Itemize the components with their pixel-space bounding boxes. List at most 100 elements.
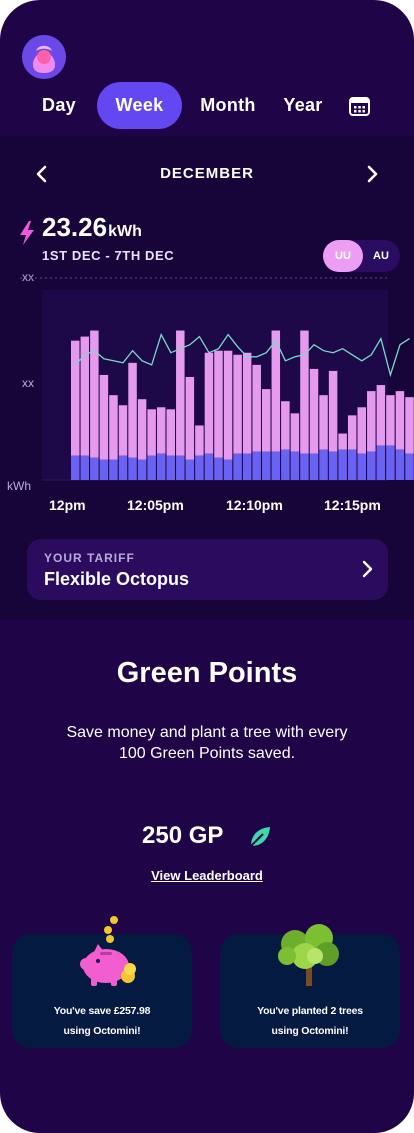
- date-range: 1ST DEC - 7TH DEC: [42, 248, 175, 263]
- view-leaderboard-link[interactable]: View Leaderboard: [0, 868, 414, 883]
- bar-segment-base: [405, 453, 414, 480]
- app-screen: Day Week Month Year DECEMBER 23.26kWh 1S…: [0, 0, 414, 1133]
- bar-segment-base: [204, 453, 214, 480]
- bar-segment-base: [214, 457, 223, 480]
- bar-segment-top: [338, 433, 347, 450]
- bar-segment-base: [185, 459, 195, 480]
- bar-segment-top: [128, 362, 137, 458]
- bar-segment-top: [156, 407, 166, 454]
- tab-year[interactable]: Year: [276, 82, 330, 129]
- bar-segment-top: [252, 364, 261, 452]
- bar-segment-base: [71, 455, 80, 480]
- savings-line1: You've save £257.98: [53, 1005, 151, 1017]
- bar-segment-top: [357, 407, 366, 454]
- bar-segment-base: [166, 455, 175, 480]
- avatar-icon[interactable]: [22, 35, 66, 79]
- x-tick-label: 12:05pm: [127, 497, 184, 513]
- bar-segment-base: [99, 459, 109, 480]
- bar-segment-base: [147, 455, 156, 480]
- savings-card: You've save £257.98 using Octomini!: [12, 916, 192, 1048]
- bar-segment-base: [90, 457, 99, 480]
- bar-segment-base: [176, 455, 185, 480]
- usage-total-value: 23.26: [42, 212, 108, 242]
- bar-segment-top: [347, 415, 357, 450]
- tariff-caption: YOUR TARIFF: [44, 551, 135, 565]
- trees-card: You've planted 2 trees using Octomini!: [220, 924, 400, 1048]
- bar-segment-base: [262, 451, 271, 480]
- bar-segment-base: [137, 459, 147, 480]
- bar-segment-top: [262, 389, 271, 452]
- bar-segment-top: [271, 330, 281, 452]
- savings-text: You've save £257.98 using Octomini!: [12, 1001, 192, 1041]
- bar-segment-top: [90, 330, 99, 458]
- bar-segment-top: [367, 391, 376, 452]
- bar-segment-top: [290, 413, 300, 452]
- trees-line2: using Octomini!: [271, 1025, 349, 1037]
- bar-segment-top: [395, 391, 405, 450]
- bar-segment-base: [376, 445, 386, 480]
- bar-segment-base: [338, 449, 347, 480]
- bar-segment-top: [405, 397, 414, 454]
- bar-segment-top: [166, 409, 175, 456]
- tab-month[interactable]: Month: [194, 82, 262, 129]
- month-navigator: DECEMBER: [0, 160, 414, 188]
- toggle-option-au[interactable]: AU: [361, 240, 401, 272]
- bar-segment-top: [195, 425, 204, 456]
- bar-segment-base: [109, 459, 118, 480]
- tab-week[interactable]: Week: [97, 82, 182, 129]
- bar-segment-top: [242, 352, 252, 454]
- bar-segment-top: [109, 395, 118, 460]
- savings-line2: using Octomini!: [63, 1025, 141, 1037]
- toggle-option-uu[interactable]: UU: [323, 240, 363, 272]
- bar-segment-base: [242, 453, 252, 480]
- green-points-description: Save money and plant a tree with every 1…: [66, 724, 348, 762]
- bar-segment-top: [328, 370, 338, 452]
- bar-segment-base: [156, 453, 166, 480]
- bar-segment-top: [386, 395, 395, 446]
- trees-text: You've planted 2 trees using Octomini!: [220, 1001, 400, 1041]
- bar-segment-top: [233, 354, 242, 454]
- bar-segment-base: [357, 453, 366, 480]
- tab-day[interactable]: Day: [28, 82, 90, 129]
- bar-segment-base: [233, 453, 242, 480]
- bar-segment-top: [309, 368, 319, 454]
- bar-segment-top: [99, 374, 109, 460]
- usage-total-unit: kWh: [108, 223, 142, 240]
- bar-segment-top: [300, 330, 309, 454]
- x-tick-label: 12pm: [49, 497, 86, 513]
- bar-segment-base: [395, 449, 405, 480]
- green-points-title: Green Points: [116, 657, 298, 689]
- bar-segment-base: [271, 451, 281, 480]
- bar-segment-top: [118, 405, 128, 456]
- bar-segment-base: [80, 455, 90, 480]
- bar-segment-top: [223, 350, 233, 460]
- tariff-card[interactable]: YOUR TARIFF Flexible Octopus: [27, 539, 388, 600]
- bar-segment-top: [137, 399, 147, 460]
- bar-segment-top: [281, 401, 290, 450]
- bar-segment-base: [281, 449, 290, 480]
- bar-segment-base: [195, 455, 204, 480]
- bar-segment-top: [185, 376, 195, 460]
- bar-segment-top: [214, 350, 223, 458]
- leaf-icon: [248, 825, 272, 849]
- calendar-icon[interactable]: [349, 96, 370, 117]
- bar-segment-base: [328, 451, 338, 480]
- bar-segment-base: [118, 455, 128, 480]
- chevron-right-icon[interactable]: [362, 164, 382, 184]
- bar-segment-base: [290, 451, 300, 480]
- green-points-value: 250 GP: [142, 822, 224, 849]
- bar-segment-base: [252, 451, 261, 480]
- x-tick-label: 12:15pm: [324, 497, 381, 513]
- bar-segment-top: [204, 352, 214, 454]
- bar-segment-top: [376, 385, 386, 446]
- bar-segment-top: [71, 340, 80, 456]
- usage-chart: [20, 277, 414, 481]
- bar-segment-base: [300, 453, 309, 480]
- chevron-right-icon: [357, 559, 377, 579]
- bar-segment-top: [319, 395, 328, 450]
- lightning-bolt-icon: [18, 220, 36, 246]
- bar-segment-top: [147, 409, 156, 456]
- bar-segment-base: [347, 449, 357, 480]
- x-tick-label: 12:10pm: [226, 497, 283, 513]
- bar-segment-base: [128, 457, 137, 480]
